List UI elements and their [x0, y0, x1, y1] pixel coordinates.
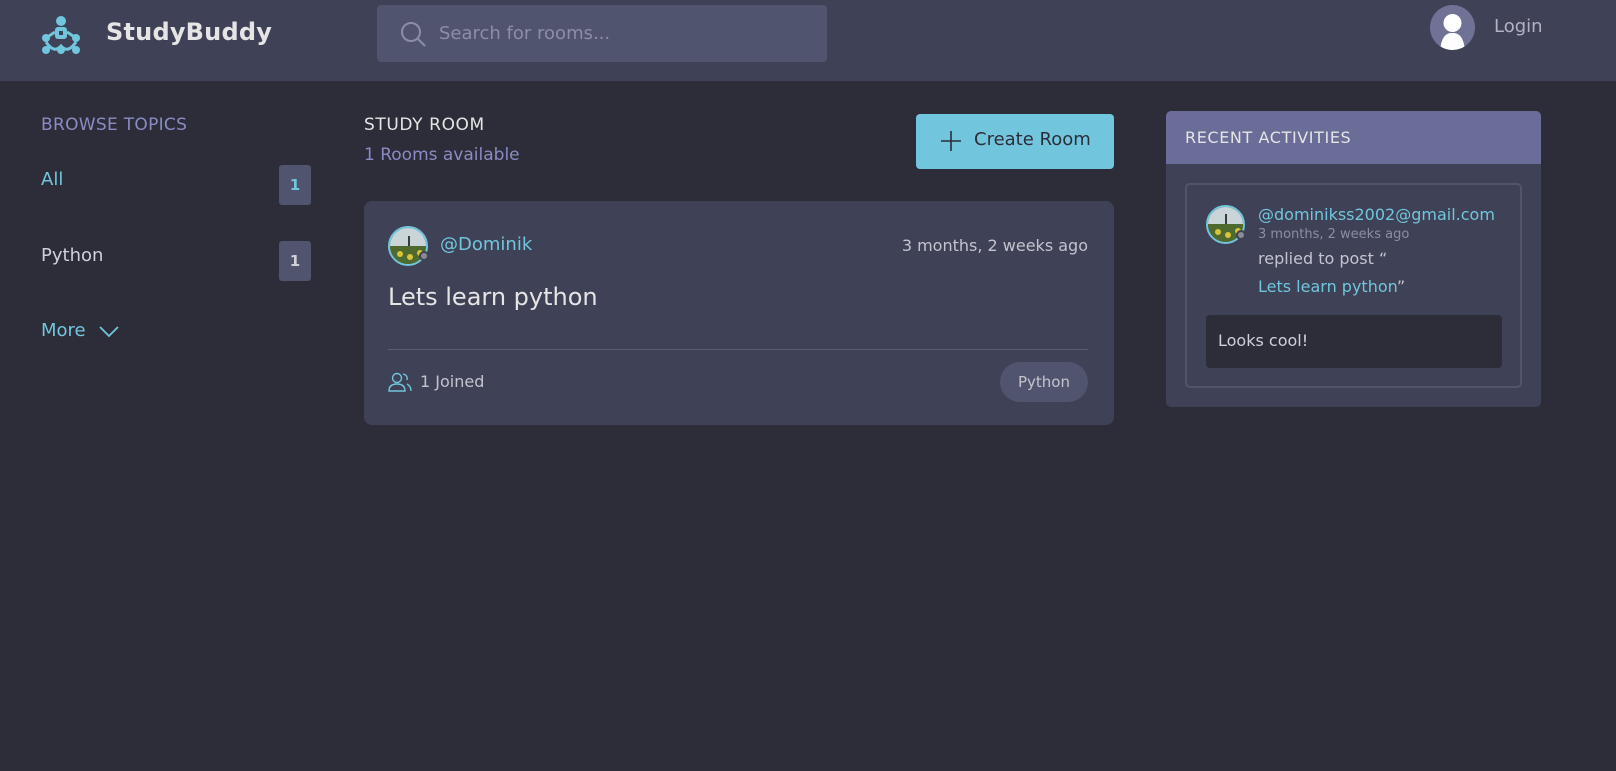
- activity-message-text: Looks cool!: [1218, 331, 1309, 350]
- plus-icon: [941, 131, 961, 151]
- studybuddy-logo-icon[interactable]: [40, 14, 82, 56]
- activity-post-suffix: ”: [1396, 277, 1406, 296]
- more-label: More: [41, 320, 86, 341]
- joined-count: 1 Joined: [420, 372, 485, 391]
- search-bar[interactable]: [377, 5, 827, 62]
- topic-label: Python: [41, 245, 104, 266]
- room-topic-tag[interactable]: Python: [1000, 362, 1088, 402]
- divider: [388, 349, 1088, 350]
- create-room-button[interactable]: Create Room: [916, 114, 1114, 169]
- rooms-available-count: 1 Rooms available: [364, 145, 520, 165]
- topic-item-all[interactable]: All 1: [41, 165, 311, 205]
- activity-post: Lets learn python”: [1258, 277, 1405, 296]
- room-card[interactable]: @Dominik 3 months, 2 weeks ago Lets lear…: [364, 201, 1114, 425]
- activity-message: Looks cool!: [1206, 315, 1502, 368]
- study-room-heading: STUDY ROOM: [364, 115, 485, 135]
- user-avatar-icon[interactable]: [1430, 5, 1475, 50]
- topic-count: 1: [279, 241, 311, 281]
- activity-user[interactable]: @dominikss2002@gmail.com: [1258, 205, 1495, 224]
- browse-topics-title: BROWSE TOPICS: [41, 115, 188, 135]
- brand-name[interactable]: StudyBuddy: [106, 18, 272, 46]
- activities-header: RECENT ACTIVITIES: [1166, 111, 1541, 164]
- chevron-down-icon: [99, 326, 119, 338]
- topic-label: All: [41, 169, 64, 190]
- login-link[interactable]: Login: [1494, 16, 1543, 37]
- status-dot: [419, 251, 429, 261]
- recent-activities-panel: RECENT ACTIVITIES @dominikss2002@gmail.c…: [1166, 111, 1541, 407]
- topic-item-python[interactable]: Python 1: [41, 241, 311, 281]
- top-header: StudyBuddy Login: [0, 0, 1616, 81]
- activity-item: @dominikss2002@gmail.com 3 months, 2 wee…: [1185, 183, 1522, 388]
- activity-timestamp: 3 months, 2 weeks ago: [1258, 227, 1410, 242]
- room-title[interactable]: Lets learn python: [388, 283, 598, 311]
- activity-post-link[interactable]: Lets learn python: [1258, 277, 1397, 296]
- activities-title: RECENT ACTIVITIES: [1185, 128, 1352, 147]
- search-icon: [401, 22, 426, 47]
- users-icon: [388, 372, 412, 392]
- activity-action: replied to post “: [1258, 249, 1388, 268]
- create-room-label: Create Room: [974, 129, 1091, 150]
- room-host-name[interactable]: @Dominik: [440, 234, 532, 255]
- topic-count: 1: [279, 165, 311, 205]
- status-dot: [1236, 230, 1246, 240]
- search-input[interactable]: [439, 5, 809, 62]
- room-timestamp: 3 months, 2 weeks ago: [901, 236, 1088, 255]
- more-topics-button[interactable]: More: [41, 320, 119, 341]
